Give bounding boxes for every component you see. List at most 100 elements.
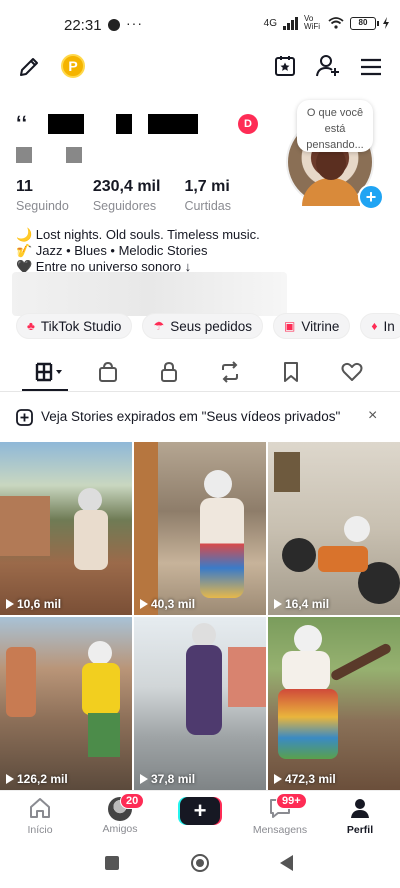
video-thumbnail[interactable]: 37,8 mil — [134, 617, 266, 790]
add-user-icon[interactable] — [314, 52, 342, 80]
thumb-figure — [228, 647, 266, 707]
heart-icon — [341, 362, 363, 381]
nav-home[interactable]: Início — [10, 797, 70, 836]
thumb-figure — [329, 642, 393, 682]
bio-line: 🎷 Jazz • Blues • Melodic Stories — [16, 243, 208, 258]
video-views: 472,3 mil — [274, 772, 336, 786]
video-grid: 10,6 mil 40,3 mil 16,4 mil 126,2 mil 37,… — [0, 442, 400, 790]
thumb-figure — [134, 442, 158, 615]
profile-badge[interactable]: D — [238, 114, 258, 134]
play-icon — [6, 599, 14, 609]
profile-top-bar: P — [0, 50, 400, 84]
tab-videos[interactable] — [32, 360, 66, 384]
stat-following[interactable]: 11 Seguindo — [16, 178, 69, 213]
thumb-figure — [78, 488, 102, 512]
username-redacted-block — [148, 114, 198, 134]
orders-icon: ☂ — [153, 319, 165, 333]
thumb-figure — [88, 713, 120, 757]
thumb-figure — [74, 510, 108, 570]
video-thumbnail[interactable]: 16,4 mil — [268, 442, 400, 615]
tab-liked[interactable] — [339, 360, 365, 384]
stat-value: 1,7 mi — [184, 178, 230, 195]
video-thumbnail[interactable]: 126,2 mil — [0, 617, 132, 790]
back-icon[interactable] — [280, 855, 293, 871]
video-views: 10,6 mil — [6, 597, 61, 611]
create-button[interactable]: + — [178, 797, 222, 825]
tab-active-indicator — [22, 389, 68, 391]
thumb-figure — [294, 625, 322, 653]
play-icon — [6, 774, 14, 784]
network-type: 4G — [263, 17, 277, 29]
thumb-figure — [282, 651, 330, 691]
chip-showcase[interactable]: ▣ Vitrine — [273, 313, 351, 339]
chip-tiktok-studio[interactable]: ♣ TikTok Studio — [16, 313, 133, 339]
play-icon — [274, 774, 282, 784]
chip-label: In — [383, 318, 395, 334]
video-views: 37,8 mil — [140, 772, 195, 786]
thumb-figure — [0, 496, 50, 556]
chip-label: Vitrine — [301, 318, 340, 334]
add-story-icon[interactable]: + — [358, 184, 384, 210]
nav-inbox[interactable]: Mensagens 99+ — [250, 793, 310, 836]
play-icon — [140, 774, 148, 784]
recent-apps-icon[interactable] — [105, 856, 119, 870]
video-thumbnail[interactable]: 40,3 mil — [134, 442, 266, 615]
tab-shop[interactable] — [95, 360, 121, 384]
thumb-figure — [200, 498, 244, 598]
system-navigation-bar — [0, 840, 400, 888]
grid-icon — [35, 362, 62, 382]
nav-label: Amigos — [102, 823, 138, 835]
stat-value: 230,4 mil — [92, 178, 161, 195]
nav-friends[interactable]: Amigos 20 — [90, 793, 150, 835]
nav-profile[interactable]: Perfil — [330, 797, 390, 836]
stat-label: Seguindo — [16, 199, 69, 213]
thumb-figure — [344, 516, 370, 542]
stat-likes[interactable]: 1,7 mi Curtidas — [184, 178, 231, 213]
bottom-nav: Início Amigos 20 + Mensagens 99+ Perfil — [0, 790, 400, 840]
shop-bag-icon — [99, 361, 117, 382]
profile-bio: 🌙 Lost nights. Old souls. Timeless music… — [16, 227, 260, 275]
profile-username: ʻʻ — [16, 112, 198, 136]
stat-followers[interactable]: 230,4 mil Seguidores — [93, 178, 161, 213]
notification-badge: 99+ — [276, 793, 307, 809]
nav-label: Perfil — [346, 824, 374, 836]
video-thumbnail[interactable]: 472,3 mil — [268, 617, 400, 790]
edit-icon[interactable] — [16, 54, 42, 80]
wifi-icon — [328, 17, 344, 29]
tab-favorites[interactable] — [278, 360, 304, 384]
thumb-figure — [192, 623, 216, 647]
coins-icon[interactable]: P — [61, 54, 85, 78]
chip-orders[interactable]: ☂ Seus pedidos — [142, 313, 263, 339]
thumb-figure — [204, 470, 232, 498]
close-icon[interactable]: × — [368, 407, 377, 425]
content-tabs — [0, 352, 400, 392]
calendar-star-icon[interactable] — [272, 52, 298, 80]
video-views: 126,2 mil — [6, 772, 68, 786]
chip-insights[interactable]: ♦ In — [360, 313, 400, 339]
expired-stories-banner[interactable]: Veja Stories expirados em "Seus vídeos p… — [0, 400, 400, 434]
thumb-figure — [186, 645, 222, 735]
status-time: 22:31 — [64, 17, 102, 34]
thumb-figure — [6, 647, 36, 717]
showcase-icon: ▣ — [284, 319, 296, 333]
story-plus-icon — [16, 409, 33, 426]
video-thumbnail[interactable]: 10,6 mil — [0, 442, 132, 615]
notification-dot-icon — [108, 19, 120, 31]
notification-badge: 20 — [120, 793, 145, 809]
nav-label: Mensagens — [252, 824, 308, 836]
home-button-icon[interactable] — [191, 854, 209, 872]
username-visible-part: ʻʻ — [16, 112, 28, 135]
lock-icon — [161, 361, 177, 382]
nav-label: Início — [27, 824, 53, 836]
menu-icon[interactable] — [358, 54, 384, 80]
profile-shortcut-chips: ♣ TikTok Studio ☂ Seus pedidos ▣ Vitrine… — [16, 313, 400, 339]
battery-icon: 80 — [350, 16, 379, 30]
redacted-square — [16, 147, 32, 163]
tab-private[interactable] — [156, 360, 182, 384]
tab-reposts[interactable] — [217, 360, 243, 384]
thumb-figure — [282, 538, 316, 572]
note-bubble[interactable]: O que você está pensando... — [297, 100, 373, 152]
redacted-bio-link — [12, 272, 287, 316]
insights-icon: ♦ — [371, 319, 378, 333]
home-icon — [30, 798, 50, 818]
